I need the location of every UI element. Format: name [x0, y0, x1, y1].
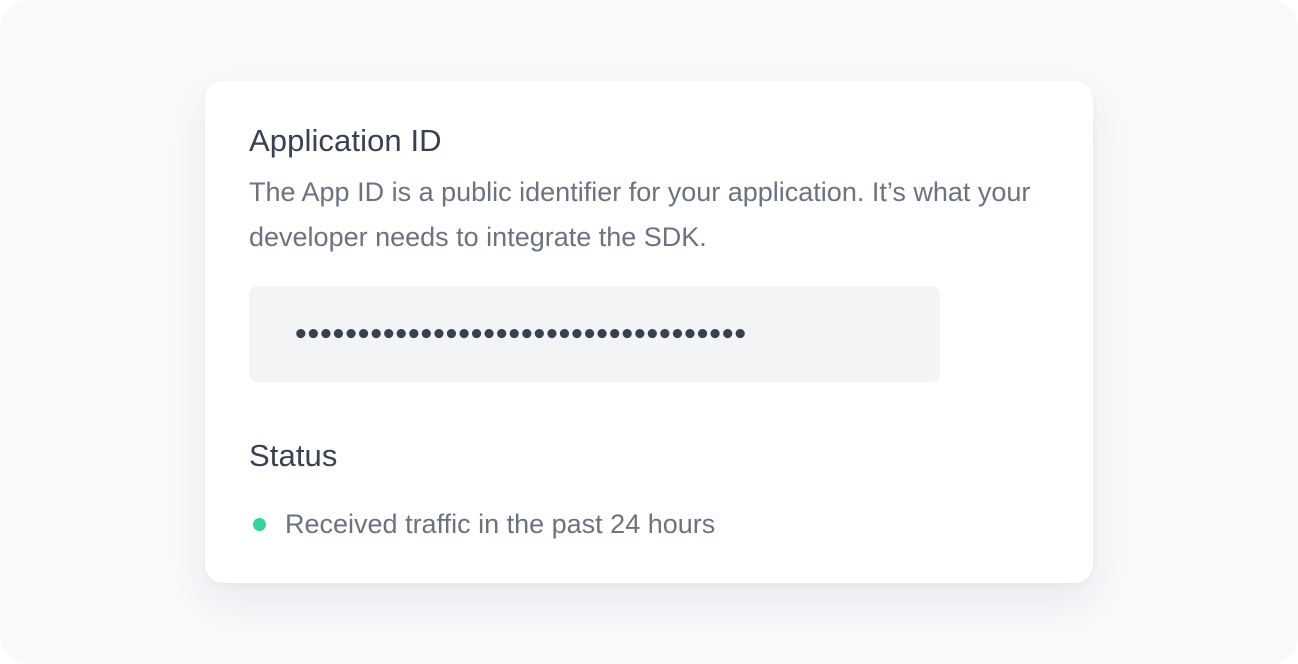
application-id-field[interactable]: ••••••••••••••••••••••••••••••••••••: [249, 286, 940, 382]
app-settings-card: Application ID The App ID is a public id…: [205, 81, 1093, 583]
status-text: Received traffic in the past 24 hours: [285, 508, 716, 539]
status-indicator: Received traffic in the past 24 hours: [253, 505, 715, 543]
application-id-masked-value[interactable]: ••••••••••••••••••••••••••••••••••••: [293, 320, 748, 348]
status-title: Status: [249, 438, 338, 473]
application-id-title: Application ID: [249, 123, 442, 158]
status-dot-icon: [253, 517, 266, 531]
page-background: Application ID The App ID is a public id…: [0, 0, 1298, 664]
application-id-description: The App ID is a public identifier for yo…: [249, 177, 1031, 252]
